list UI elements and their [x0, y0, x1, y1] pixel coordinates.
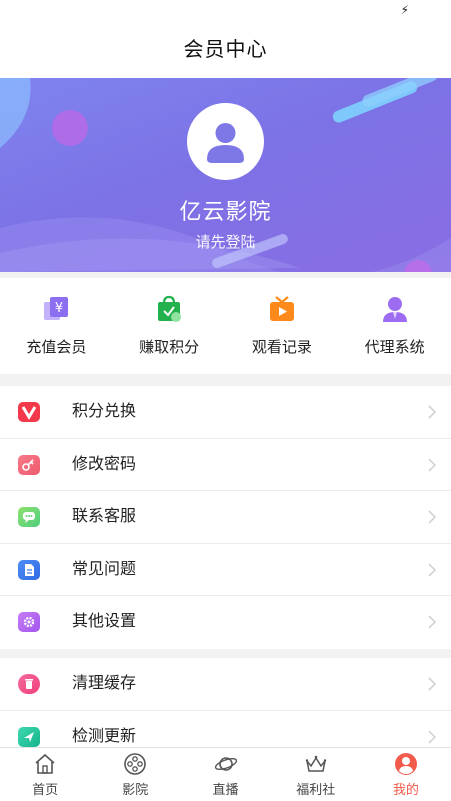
- quick-label: 代理系统: [364, 339, 425, 356]
- crown-icon: [305, 755, 326, 772]
- send-arrow-icon: [18, 726, 40, 747]
- shopping-bag-icon: [158, 295, 182, 322]
- tab-mine[interactable]: 我的: [361, 748, 451, 801]
- chevron-right-icon: [428, 677, 437, 691]
- menu-change-password[interactable]: 修改密码: [0, 439, 451, 491]
- quick-actions: ¥ 充值会员 赚取积分 观看记录 代理系统: [0, 278, 451, 374]
- chevron-right-icon: [428, 729, 437, 744]
- chevron-right-icon: [428, 510, 437, 524]
- menu-label: 修改密码: [72, 455, 137, 473]
- menu-other-settings[interactable]: 其他设置: [0, 596, 451, 649]
- agent-person-icon: [382, 297, 407, 322]
- user-circle-icon: [394, 753, 417, 775]
- menu-label: 联系客服: [72, 508, 137, 525]
- planet-icon: [214, 757, 237, 771]
- v-badge-icon: [18, 402, 40, 422]
- avatar[interactable]: [187, 103, 264, 180]
- quick-label: 充值会员: [26, 339, 87, 356]
- quick-recharge-vip[interactable]: ¥ 充值会员: [0, 278, 113, 374]
- quick-label: 观看记录: [251, 339, 312, 356]
- svg-text:¥: ¥: [55, 301, 63, 316]
- menu-label: 积分兑换: [72, 403, 137, 420]
- tv-play-icon: [269, 296, 294, 321]
- tab-label: 首页: [32, 782, 59, 797]
- tab-label: 我的: [392, 782, 419, 797]
- chevron-right-icon: [428, 615, 437, 629]
- quick-earn-points[interactable]: 赚取积分: [113, 278, 226, 374]
- quick-agent-system[interactable]: 代理系统: [338, 278, 451, 374]
- menu-points-exchange[interactable]: 积分兑换: [0, 386, 451, 439]
- settings-menu: 积分兑换 修改密码 联系客服 常见问题 其他设置: [0, 386, 451, 649]
- quick-watch-history[interactable]: 观看记录: [226, 278, 339, 374]
- default-user-icon: [207, 123, 244, 163]
- tab-cinema[interactable]: 影院: [90, 748, 180, 801]
- menu-faq[interactable]: 常见问题: [0, 544, 451, 596]
- recharge-icon: ¥: [44, 297, 69, 320]
- chat-icon: [18, 507, 40, 527]
- login-prompt[interactable]: 请先登陆: [0, 231, 451, 252]
- status-bar: ⚡: [0, 0, 451, 24]
- menu-contact-support[interactable]: 联系客服: [0, 491, 451, 544]
- trash-icon: [18, 674, 40, 694]
- profile-banner: 亿云影院 请先登陆: [0, 78, 451, 272]
- top-header: 会员中心: [0, 24, 451, 78]
- menu-clear-cache[interactable]: 清理缓存: [0, 658, 451, 711]
- key-icon: [18, 454, 40, 475]
- menu-label: 清理缓存: [72, 675, 137, 692]
- chevron-right-icon: [428, 457, 437, 472]
- home-icon: [35, 753, 55, 774]
- film-reel-icon: [124, 753, 147, 775]
- chevron-right-icon: [428, 405, 437, 419]
- tab-label: 福利社: [296, 782, 336, 797]
- tab-label: 直播: [212, 782, 239, 797]
- quick-label: 赚取积分: [139, 339, 200, 356]
- member-center-page: ⚡ 会员中心 亿云影院 请先登陆 ¥ 充值会员 赚取积分 观看记录 代理系统 积…: [0, 0, 451, 801]
- document-icon: [18, 559, 40, 580]
- tab-label: 影院: [122, 782, 149, 797]
- tab-live[interactable]: 直播: [180, 748, 270, 801]
- tab-home[interactable]: 首页: [0, 748, 90, 801]
- menu-label: 其他设置: [72, 613, 137, 630]
- page-title: 会员中心: [183, 39, 268, 61]
- brand-name: 亿云影院: [179, 199, 272, 224]
- gear-icon: [18, 612, 40, 632]
- bottom-tab-bar: 首页 影院 直播 福利社 我的: [0, 747, 451, 801]
- chevron-right-icon: [428, 562, 437, 577]
- menu-label: 常见问题: [72, 560, 137, 578]
- tab-welfare[interactable]: 福利社: [271, 748, 361, 801]
- charging-icon: ⚡: [400, 3, 409, 17]
